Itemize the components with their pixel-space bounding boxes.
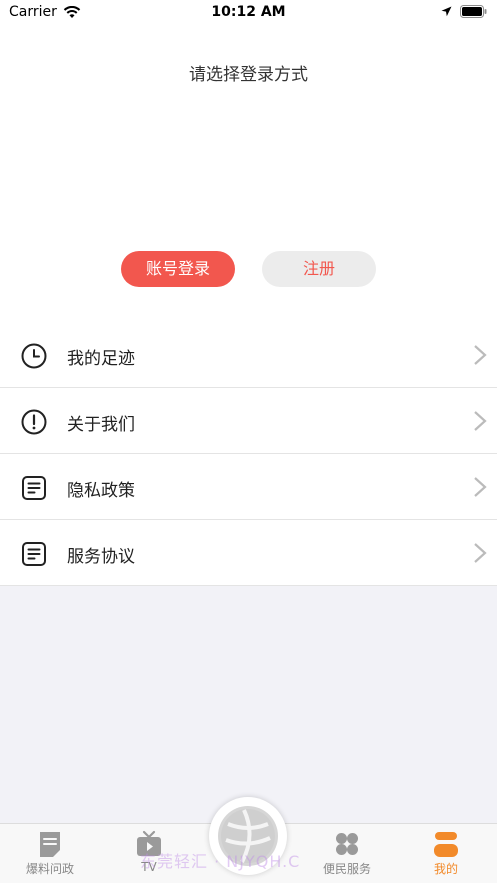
menu-list: 我的足迹 关于我们 隐私政策 服务协议 bbox=[0, 322, 497, 586]
info-circle-icon bbox=[21, 409, 47, 435]
register-button[interactable]: 注册 bbox=[262, 251, 376, 287]
battery-icon bbox=[460, 5, 487, 18]
tab-mine[interactable]: 我的 bbox=[406, 830, 486, 877]
menu-item-privacy-policy[interactable]: 隐私政策 bbox=[0, 454, 497, 520]
grid-icon bbox=[336, 833, 358, 855]
menu-item-footprints[interactable]: 我的足迹 bbox=[0, 322, 497, 388]
document-icon bbox=[22, 476, 46, 500]
location-arrow-icon bbox=[441, 6, 452, 17]
chevron-right-icon bbox=[474, 477, 487, 497]
menu-item-label: 我的足迹 bbox=[67, 349, 135, 369]
profile-icon bbox=[434, 832, 458, 857]
clock-icon bbox=[21, 343, 47, 369]
page-title: 请选择登录方式 bbox=[189, 65, 308, 85]
chevron-right-icon bbox=[474, 345, 487, 365]
status-right bbox=[441, 5, 487, 18]
document-icon bbox=[22, 542, 46, 566]
menu-item-about-us[interactable]: 关于我们 bbox=[0, 388, 497, 454]
news-icon bbox=[40, 832, 60, 857]
chevron-right-icon bbox=[474, 543, 487, 563]
tab-label: 我的 bbox=[433, 862, 458, 876]
menu-item-label: 隐私政策 bbox=[67, 481, 135, 501]
chevron-right-icon bbox=[474, 411, 487, 431]
watermark: 东莞轻汇 · NJYQH.C bbox=[140, 852, 301, 871]
clock: 10:12 AM bbox=[211, 4, 286, 20]
tab-label: 便民服务 bbox=[322, 862, 371, 876]
account-login-button[interactable]: 账号登录 bbox=[121, 251, 235, 287]
menu-item-label: 服务协议 bbox=[67, 547, 135, 567]
menu-item-service-agreement[interactable]: 服务协议 bbox=[0, 520, 497, 586]
status-bar: Carrier 10:12 AM bbox=[0, 0, 497, 26]
tab-baoliao[interactable]: 爆料问政 bbox=[10, 830, 90, 877]
tab-services[interactable]: 便民服务 bbox=[307, 830, 387, 877]
menu-item-label: 关于我们 bbox=[67, 415, 135, 435]
tab-label: 爆料问政 bbox=[25, 862, 74, 876]
